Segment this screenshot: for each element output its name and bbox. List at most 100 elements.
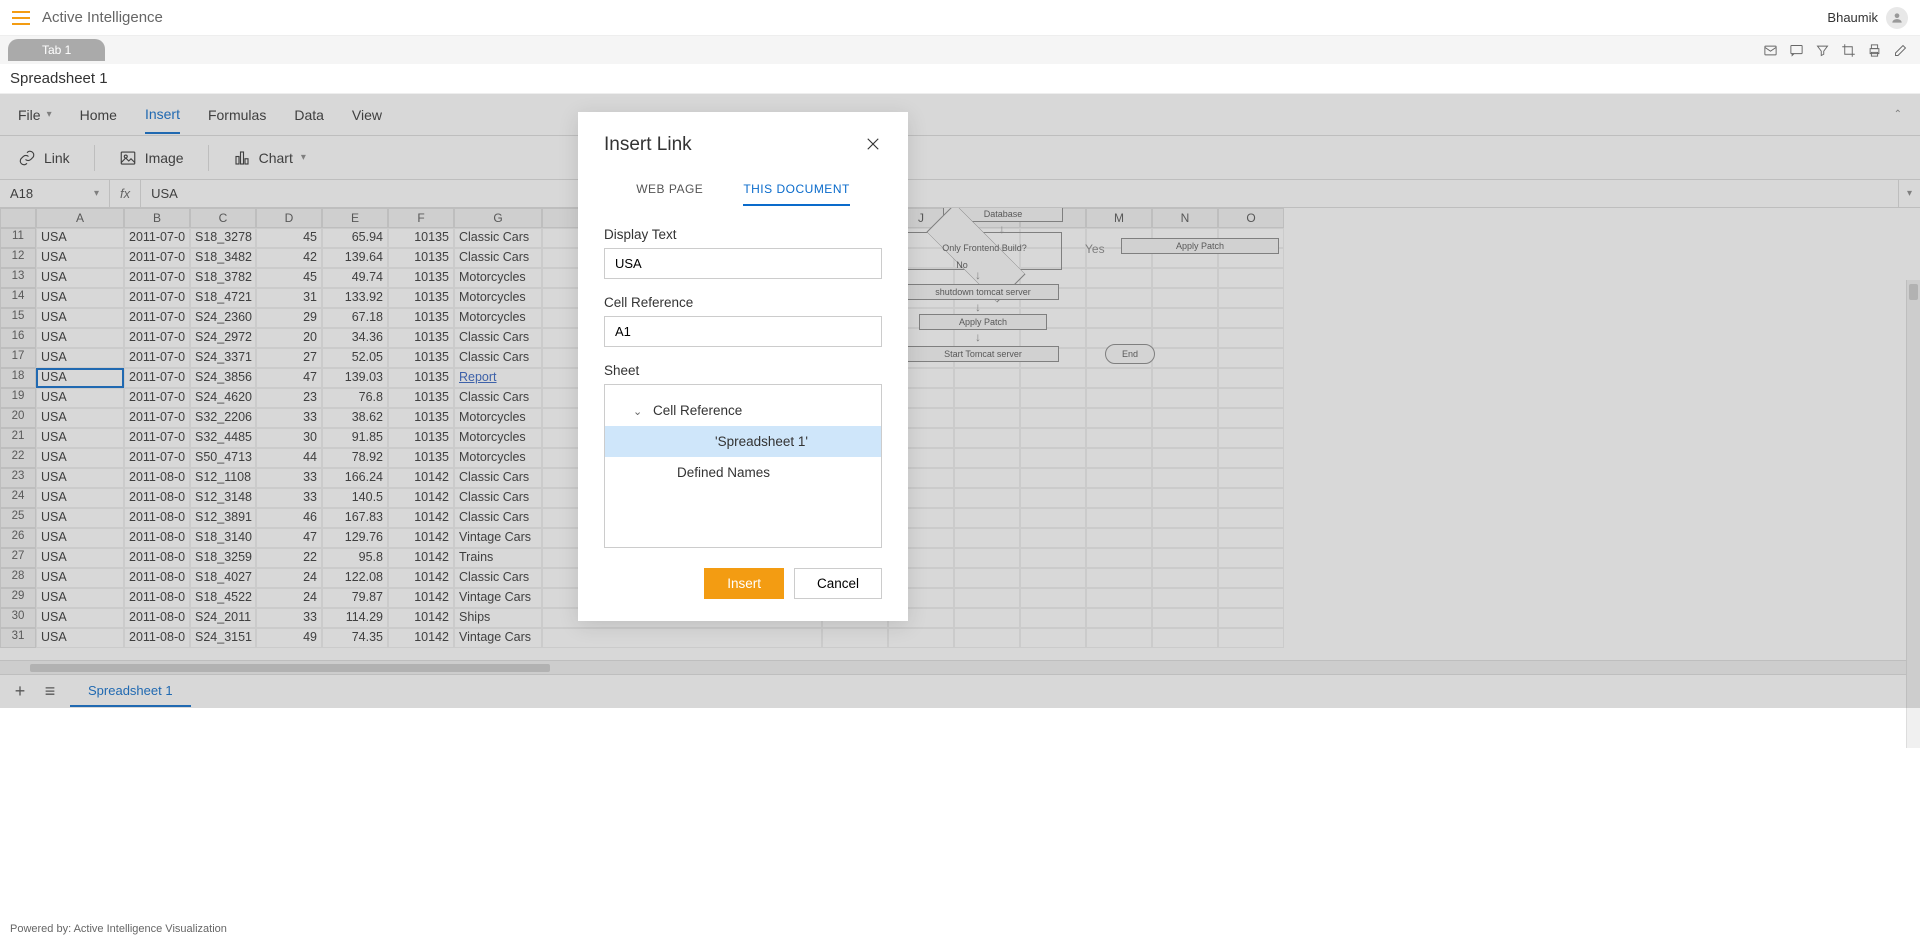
ribbon-home[interactable]: Home [80, 97, 117, 133]
cell[interactable]: Classic Cars [454, 228, 542, 248]
cell[interactable]: 167.83 [322, 508, 388, 528]
tree-defined-names[interactable]: Defined Names [605, 457, 881, 488]
cell[interactable] [1218, 548, 1284, 568]
cell[interactable]: 2011-07-0 [124, 228, 190, 248]
cell[interactable] [1020, 428, 1086, 448]
cell[interactable] [1020, 628, 1086, 648]
cell[interactable]: USA [36, 468, 124, 488]
cell[interactable]: 18 [0, 368, 36, 388]
cell[interactable]: 28 [0, 568, 36, 588]
cell[interactable]: Motorcycles [454, 288, 542, 308]
cell[interactable]: 76.8 [322, 388, 388, 408]
cell[interactable]: 34.36 [322, 328, 388, 348]
cell[interactable]: 2011-07-0 [124, 248, 190, 268]
cell[interactable] [1086, 528, 1152, 548]
tree-spreadsheet-1[interactable]: 'Spreadsheet 1' [605, 426, 881, 457]
cell[interactable] [954, 388, 1020, 408]
cell[interactable]: 10142 [388, 548, 454, 568]
cell[interactable]: 10135 [388, 248, 454, 268]
hamburger-icon[interactable] [12, 11, 30, 25]
tree-cell-reference[interactable]: ⌄ Cell Reference [605, 395, 881, 426]
cell[interactable]: G [454, 208, 542, 228]
cell[interactable] [1152, 408, 1218, 428]
ribbon-collapse-icon[interactable]: ⌃ [1894, 109, 1902, 120]
cell[interactable]: 10135 [388, 268, 454, 288]
cell[interactable]: 24 [0, 488, 36, 508]
cell[interactable] [954, 528, 1020, 548]
cell[interactable]: Ships [454, 608, 542, 628]
cell[interactable] [1218, 408, 1284, 428]
cell[interactable] [1218, 568, 1284, 588]
cell[interactable]: 27 [0, 548, 36, 568]
cell[interactable] [1020, 568, 1086, 588]
cell[interactable] [1020, 548, 1086, 568]
comment-icon[interactable] [1788, 42, 1804, 58]
cell[interactable]: USA [36, 508, 124, 528]
cell[interactable] [542, 628, 822, 648]
cell[interactable]: Report [454, 368, 542, 388]
cell[interactable] [1020, 448, 1086, 468]
cell[interactable]: 11 [0, 228, 36, 248]
cell[interactable]: C [190, 208, 256, 228]
cell[interactable]: 26 [0, 528, 36, 548]
cell[interactable]: 52.05 [322, 348, 388, 368]
avatar[interactable] [1886, 7, 1908, 29]
cell[interactable]: Vintage Cars [454, 628, 542, 648]
cell[interactable]: 2011-07-0 [124, 408, 190, 428]
cell[interactable]: A [36, 208, 124, 228]
cell[interactable]: USA [36, 288, 124, 308]
cell[interactable] [1020, 388, 1086, 408]
cell[interactable] [954, 428, 1020, 448]
cell[interactable]: S12_3148 [190, 488, 256, 508]
workspace-tab-1[interactable]: Tab 1 [8, 39, 105, 61]
cell[interactable] [1152, 568, 1218, 588]
cell[interactable]: USA [36, 428, 124, 448]
cell[interactable]: 2011-08-0 [124, 588, 190, 608]
cell[interactable]: USA [36, 448, 124, 468]
cell[interactable] [1086, 628, 1152, 648]
cell[interactable] [954, 468, 1020, 488]
ribbon-data[interactable]: Data [294, 97, 324, 133]
cell[interactable]: 21 [0, 428, 36, 448]
cell[interactable]: S12_1108 [190, 468, 256, 488]
cell[interactable]: Motorcycles [454, 408, 542, 428]
cell[interactable]: USA [36, 528, 124, 548]
cell[interactable] [1020, 488, 1086, 508]
sheet-menu-button[interactable]: ≡ [40, 682, 60, 702]
cell[interactable] [1020, 588, 1086, 608]
cell[interactable]: 129.76 [322, 528, 388, 548]
cell[interactable] [822, 628, 888, 648]
cell[interactable]: 122.08 [322, 568, 388, 588]
cell[interactable]: 2011-08-0 [124, 528, 190, 548]
insert-image-button[interactable]: Image [119, 149, 184, 167]
cell[interactable] [1086, 548, 1152, 568]
cell[interactable]: 10135 [388, 408, 454, 428]
cell[interactable]: 49 [256, 628, 322, 648]
cell[interactable]: 79.87 [322, 588, 388, 608]
cell[interactable]: 33 [256, 608, 322, 628]
cell[interactable]: 10142 [388, 628, 454, 648]
cell[interactable]: USA [36, 368, 124, 388]
cell[interactable]: F [388, 208, 454, 228]
cell[interactable]: Classic Cars [454, 248, 542, 268]
cell[interactable]: S24_2360 [190, 308, 256, 328]
crop-icon[interactable] [1840, 42, 1856, 58]
cell[interactable]: 91.85 [322, 428, 388, 448]
cell[interactable] [1218, 388, 1284, 408]
cell[interactable]: Motorcycles [454, 308, 542, 328]
cell[interactable]: S18_4027 [190, 568, 256, 588]
vertical-scrollbar[interactable] [1906, 280, 1920, 748]
cell[interactable] [1218, 588, 1284, 608]
cell[interactable]: 23 [256, 388, 322, 408]
formula-input[interactable]: USA [141, 186, 1898, 201]
cell[interactable]: USA [36, 488, 124, 508]
cell[interactable]: 10142 [388, 488, 454, 508]
cell[interactable]: 47 [256, 368, 322, 388]
cell[interactable]: 27 [256, 348, 322, 368]
cell[interactable]: 2011-08-0 [124, 488, 190, 508]
horizontal-scrollbar[interactable] [0, 660, 1920, 674]
display-text-input[interactable] [604, 248, 882, 279]
cell[interactable] [954, 508, 1020, 528]
cell[interactable] [1086, 508, 1152, 528]
cell[interactable]: S18_3259 [190, 548, 256, 568]
